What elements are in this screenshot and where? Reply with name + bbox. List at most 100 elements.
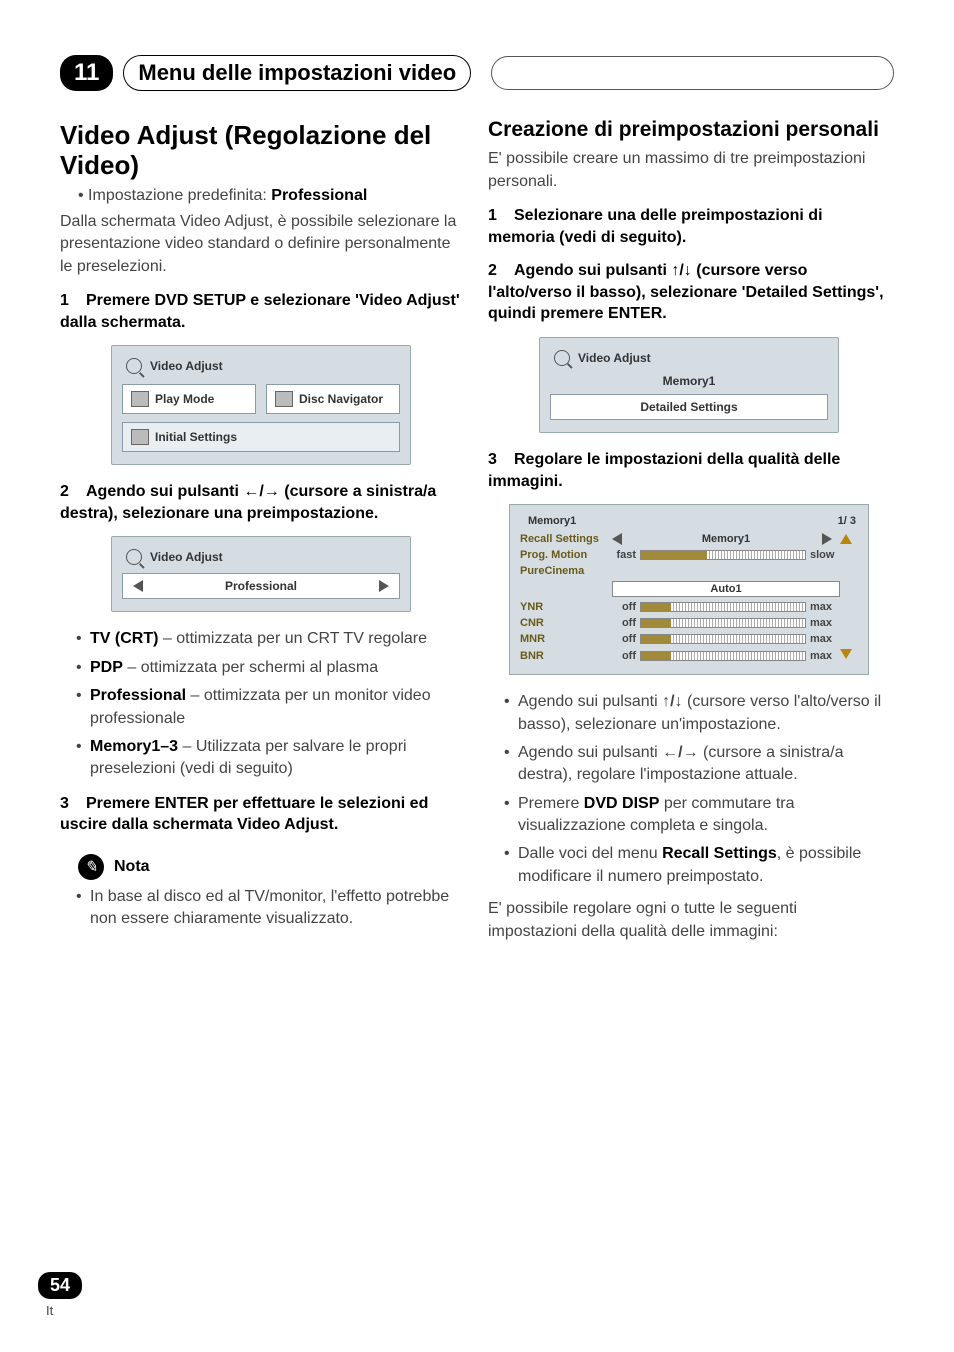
option-tv-crt: TV (CRT) – ottimizzata per un CRT TV reg… [76,628,462,650]
ss4-row-slider [640,618,806,628]
bullet-pre: Dalle voci del menu [518,845,662,862]
page: 11 Menu delle impostazioni video Video A… [0,0,954,1352]
ss4-row-label: Prog. Motion [520,549,612,561]
right-bullet-2: Agendo sui pulsanti ←/→ (cursore a sinis… [504,742,890,787]
ss4-row-right-label: max [806,617,840,629]
screenshot-memory-detailed: Video Adjust Memory1 Detailed Settings [539,337,839,433]
note-body-list: In base al disco ed al TV/monitor, l'eff… [76,886,462,931]
page-footer: 54 It [38,1272,82,1318]
screenshot-video-adjust-selector: Video Adjust Professional [111,536,411,612]
play-mode-icon [131,391,149,407]
disc-navigator-icon [275,391,293,407]
option-desc: – ottimizzata per schermi al plasma [123,659,378,676]
option-name: TV (CRT) [90,630,158,647]
note-icon: ✎ [78,854,104,880]
ss4-row-left-label: fast [612,549,640,561]
bullet-bold: DVD DISP [584,795,660,812]
option-name: Professional [90,687,186,704]
note-title: Nota [114,858,150,876]
step-number: 2 [60,481,86,503]
right-arrow-icon [379,580,389,592]
screenshot-video-adjust-menu: Video Adjust Play Mode Disc Navigator [111,345,411,465]
ss2-title: Video Adjust [150,550,223,564]
magnifier-icon [554,350,570,366]
left-column: Video Adjust (Regolazione del Video) • I… [60,115,462,953]
right-bullet-1: Agendo sui pulsanti ↑/↓ (cursore verso l… [504,691,890,736]
header-spacer-pill [491,56,894,90]
right-arrow-icon [822,533,832,545]
right-step-3-text: Regolare le impostazioni della qualità d… [488,451,840,490]
screenshot-memory-settings: Memory1 1/ 3 Recall Settings Memory1 Pro… [509,504,869,675]
left-step-1: 1Premere DVD SETUP e selezionare 'Video … [60,290,462,333]
ss4-title: Memory1 [528,515,576,527]
ss4-row-slider [640,634,806,644]
ss1-header: Video Adjust [122,356,400,376]
initial-settings-icon [131,429,149,445]
ss1-initial-settings-label: Initial Settings [155,430,237,444]
ss4-row-label: CNR [520,617,612,629]
note-body-text: In base al disco ed al TV/monitor, l'eff… [76,886,462,931]
option-desc: – ottimizzata per un CRT TV regolare [158,630,427,647]
option-memory: Memory1–3 – Utilizzata per salvare le pr… [76,736,462,781]
ss4-row-left-label: off [612,650,640,662]
bullet-pre: Agendo sui pulsanti [518,744,662,761]
intro-paragraph-left: Dalla schermata Video Adjust, è possibil… [60,211,462,278]
ss2-header: Video Adjust [122,547,400,567]
ss4-row-right-label: max [806,650,840,662]
right-step-3: 3Regolare le impostazioni della qualità … [488,449,890,492]
ss4-recall-row: Recall Settings Memory1 [520,533,858,545]
ss4-row-label: PureCinema [520,565,612,577]
step-number: 3 [60,793,86,815]
section-heading-presets: Creazione di preimpostazioni personali [488,117,890,142]
left-arrow-icon [133,580,143,592]
ss3-title: Video Adjust [578,351,651,365]
right-bullet-3: Premere DVD DISP per commutare tra visua… [504,793,890,838]
ss4-page-indicator: 1/ 3 [838,515,856,527]
ss1-disc-navigator-label: Disc Navigator [299,392,383,406]
ss4-row-right-label: max [806,633,840,645]
right-bullets-list: Agendo sui pulsanti ↑/↓ (cursore verso l… [504,691,890,888]
bullet-bold: Recall Settings [662,845,777,862]
up-arrow-icon [840,534,852,544]
section-heading-video-adjust: Video Adjust (Regolazione del Video) [60,121,462,181]
right-step-1-text: Selezionare una delle preimpostazioni di… [488,207,823,246]
ss4-row-left-label: off [612,633,640,645]
ss1-play-mode-label: Play Mode [155,392,214,406]
left-step-2-pre: Agendo sui pulsanti [86,483,243,500]
page-number-badge: 54 [38,1272,82,1299]
ss4-memory-value: Memory1 [630,533,822,545]
ss3-memory-label: Memory1 [550,374,828,388]
right-step-2-arrows: ↑/↓ [671,262,691,279]
ss3-detailed-label: Detailed Settings [640,400,737,414]
ss4-top-row: Memory1 1/ 3 [520,513,858,529]
default-value: Professional [271,187,367,204]
right-step-2: 2Agendo sui pulsanti ↑/↓ (cursore verso … [488,260,890,325]
ss1-title: Video Adjust [150,359,223,373]
ss4-row-auto-value: Auto1 [612,581,840,597]
option-name: Memory1–3 [90,738,178,755]
ss4-settings-grid: Prog. MotionfastslowPureCinemaAuto1YNRof… [520,549,858,662]
note-header: ✎ Nota [78,854,462,880]
option-pdp: PDP – ottimizzata per schermi al plasma [76,657,462,679]
ss3-detailed-row: Detailed Settings [550,394,828,420]
ss2-value-row: Professional [122,573,400,599]
bullet-pre: Agendo sui pulsanti [518,693,662,710]
chapter-header-row: 11 Menu delle impostazioni video [60,55,894,91]
ss4-row-left-label: off [612,617,640,629]
note-block: ✎ Nota In base al disco ed al TV/monitor… [60,854,462,931]
ss4-row-label: YNR [520,601,612,613]
page-language-label: It [46,1303,53,1318]
ss4-row-label: MNR [520,633,612,645]
ss4-row-right-label: slow [806,549,840,561]
step-number: 1 [488,205,514,227]
left-arrow-icon [612,533,622,545]
ss4-row-right-label: max [806,601,840,613]
outro-paragraph-right: E' possibile regolare ogni o tutte le se… [488,898,890,943]
magnifier-icon [126,549,142,565]
bullet-pre: Premere [518,795,584,812]
two-column-layout: Video Adjust (Regolazione del Video) • I… [60,115,894,953]
left-step-2: 2Agendo sui pulsanti ←/→ (cursore a sini… [60,481,462,524]
ss4-row-left-label: off [612,601,640,613]
down-arrow-icon [840,649,852,659]
ss2-value: Professional [225,579,297,593]
